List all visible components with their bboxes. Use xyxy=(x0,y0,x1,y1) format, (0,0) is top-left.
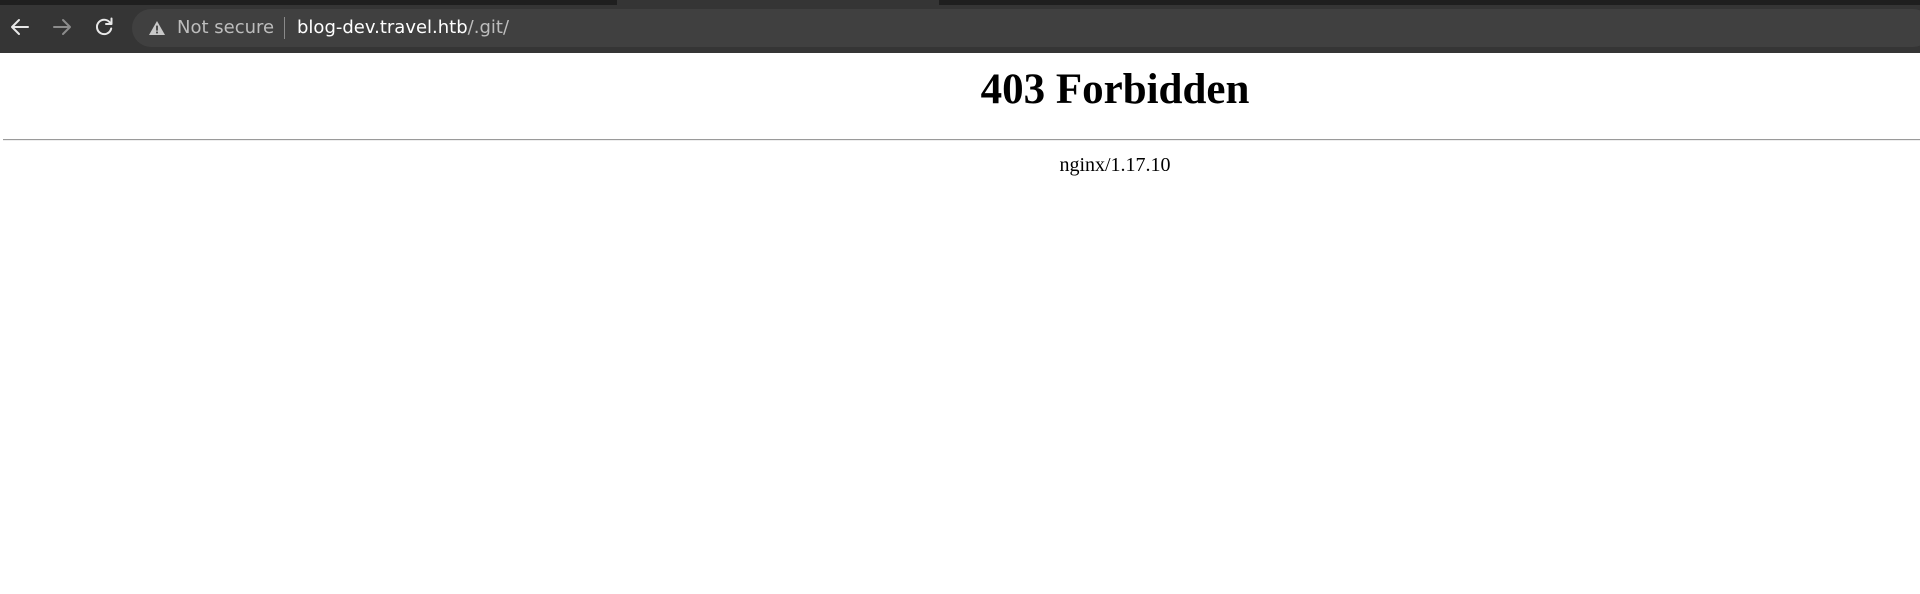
address-bar[interactable]: Not secure blog-dev.travel.htb/.git/ xyxy=(132,9,1920,47)
forward-button[interactable] xyxy=(45,10,79,44)
active-tab[interactable] xyxy=(617,0,939,5)
forward-arrow-icon xyxy=(53,19,71,35)
warning-triangle-icon[interactable] xyxy=(148,19,166,37)
reload-button[interactable] xyxy=(87,10,121,44)
horizontal-rule xyxy=(3,139,1920,141)
url-text[interactable]: blog-dev.travel.htb/.git/ xyxy=(297,17,509,39)
address-divider xyxy=(284,17,285,39)
back-button[interactable] xyxy=(3,10,37,44)
page-title: 403 Forbidden xyxy=(980,66,1250,113)
reload-icon xyxy=(96,17,113,36)
url-host: blog-dev.travel.htb xyxy=(297,17,468,38)
url-path: /.git/ xyxy=(467,17,510,38)
back-arrow-icon xyxy=(11,19,29,35)
browser-toolbar: Not secure blog-dev.travel.htb/.git/ xyxy=(0,0,1920,53)
tab-strip xyxy=(0,0,1920,5)
server-signature: nginx/1.17.10 xyxy=(1059,154,1171,176)
security-status-label[interactable]: Not secure xyxy=(177,17,274,39)
page-content: 403 Forbidden nginx/1.17.10 xyxy=(0,53,1920,594)
